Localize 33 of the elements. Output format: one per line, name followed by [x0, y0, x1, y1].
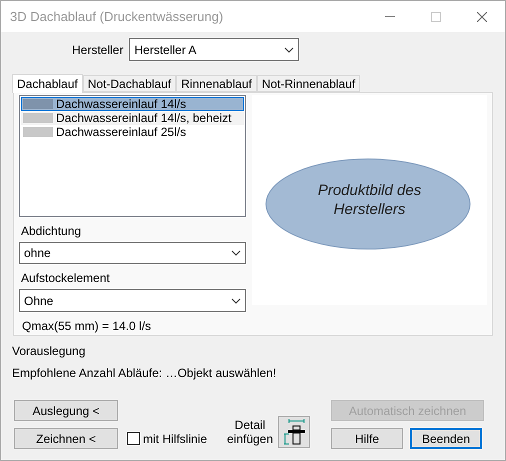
- chevron-down-icon: [284, 46, 294, 52]
- drain-detail-icon: [281, 418, 308, 446]
- window-title: 3D Dachablauf (Druckentwässerung): [10, 8, 224, 26]
- dropdown[interactable]: Ohne: [19, 289, 246, 312]
- list-item[interactable]: Dachwassereinlauf 14l/s: [21, 97, 244, 111]
- dialog-button[interactable]: Hilfe: [331, 428, 404, 449]
- dialog-button[interactable]: Beenden: [410, 428, 482, 449]
- tab[interactable]: Not-Rinnenablauf: [256, 75, 360, 92]
- dialog-button[interactable]: Zeichnen <: [14, 428, 118, 449]
- chevron-down-icon: [231, 298, 242, 304]
- section-title: Vorauslegung: [12, 343, 86, 360]
- tab[interactable]: Not-Dachablauf: [82, 75, 176, 92]
- sealing-label: Abdichtung: [21, 222, 82, 240]
- qmax-text: Qmax(55 mm) = 14.0 l/s: [22, 318, 152, 335]
- list-item[interactable]: Dachwassereinlauf 14l/s, beheizt: [21, 111, 244, 125]
- detail-insert-button[interactable]: [278, 416, 310, 448]
- close-icon[interactable]: [477, 12, 487, 22]
- checkbox[interactable]: [127, 432, 140, 445]
- checkbox-label: mit Hilfslinie: [143, 430, 208, 448]
- thumbnail-icon: [23, 99, 53, 109]
- tab[interactable]: Rinnenablauf: [176, 75, 257, 92]
- placeholder-text: Produktbild des Herstellers: [316, 181, 422, 219]
- dialog-button[interactable]: Auslegung <: [14, 400, 118, 421]
- dropdown[interactable]: Hersteller A: [129, 38, 300, 61]
- thumbnail-icon: [23, 127, 53, 137]
- extension-label: Aufstockelement: [21, 270, 111, 288]
- thumbnail-icon: [23, 113, 53, 123]
- manufacturer-label: Hersteller: [72, 42, 124, 58]
- dropdown[interactable]: ohne: [19, 242, 246, 264]
- detail-label: Detail einfügen: [226, 418, 274, 446]
- tab[interactable]: Dachablauf: [12, 74, 83, 93]
- chevron-down-icon: [231, 250, 242, 256]
- status-text: Empfohlene Anzahl Abläufe: …Objekt auswählen!: [12, 365, 278, 382]
